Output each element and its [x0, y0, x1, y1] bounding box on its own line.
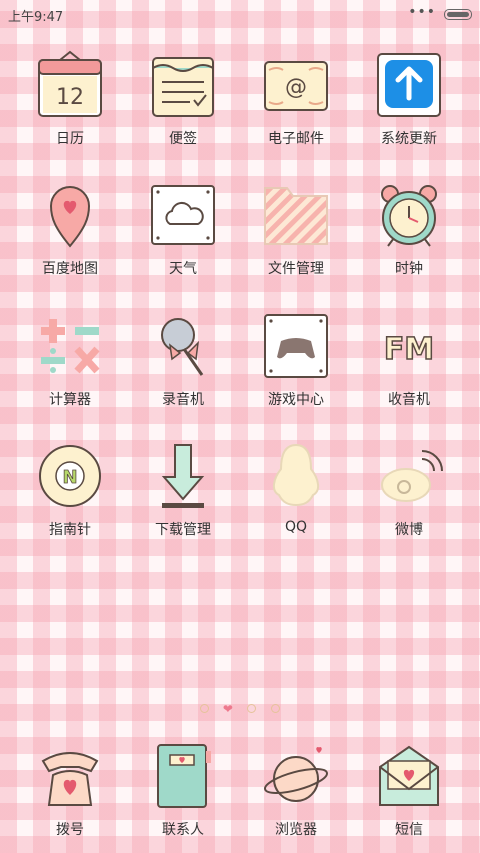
calculator-icon — [41, 319, 100, 374]
app-label: 浏览器 — [275, 822, 317, 838]
app-compass[interactable]: N 指南针 — [20, 441, 120, 539]
contacts-book-icon — [157, 744, 211, 808]
qq-penguin-icon — [273, 443, 319, 507]
app-label: 系统更新 — [381, 131, 437, 147]
app-label: 录音机 — [162, 392, 204, 408]
status-time: 上午9:47 — [8, 10, 64, 25]
app-system-update[interactable]: 系统更新 — [359, 50, 459, 148]
app-label: 日历 — [56, 131, 84, 147]
calendar-date-text: 12 — [56, 85, 84, 110]
app-label: 天气 — [169, 261, 197, 277]
gamepad-icon — [264, 314, 328, 378]
compass-letter: N — [62, 467, 77, 488]
app-label: 便签 — [169, 131, 197, 147]
folder-icon — [264, 187, 328, 245]
download-arrow-icon — [161, 444, 205, 508]
app-clock[interactable]: 时钟 — [359, 180, 459, 278]
app-label: 指南针 — [49, 522, 91, 538]
app-label: 时钟 — [395, 261, 423, 277]
signal-dots-icon: ••• — [408, 4, 436, 20]
envelope-icon — [379, 745, 439, 806]
battery-icon — [444, 9, 472, 20]
update-arrow-icon — [377, 53, 441, 117]
app-file-manager[interactable]: 文件管理 — [246, 180, 346, 278]
app-qq[interactable]: QQ — [246, 441, 346, 535]
planet-browser-icon — [264, 747, 328, 802]
app-download-manager[interactable]: 下载管理 — [133, 441, 233, 539]
app-label: 游戏中心 — [268, 392, 324, 408]
app-label: 百度地图 — [42, 261, 98, 277]
app-calendar[interactable]: 12 日历 — [20, 50, 120, 148]
app-label: 联系人 — [162, 822, 204, 838]
app-weibo[interactable]: 微博 — [359, 441, 459, 539]
app-notes[interactable]: 便签 — [133, 50, 233, 148]
page-dot[interactable] — [271, 704, 281, 713]
app-label: 电子邮件 — [268, 131, 324, 147]
app-calculator[interactable]: 计算器 — [20, 311, 120, 409]
page-indicator: ❤ — [0, 698, 480, 717]
app-label: 文件管理 — [268, 261, 324, 277]
dock-browser[interactable]: 浏览器 — [246, 741, 346, 839]
email-icon: @ — [264, 61, 328, 111]
map-pin-icon — [49, 186, 91, 248]
app-label: 收音机 — [388, 392, 430, 408]
app-label: QQ — [284, 519, 308, 535]
dock-messages[interactable]: 短信 — [359, 741, 459, 839]
app-radio[interactable]: FM 收音机 — [359, 311, 459, 409]
compass-icon: N — [39, 445, 101, 507]
status-bar: 上午9:47 ••• — [0, 0, 480, 28]
app-baidu-map[interactable]: 百度地图 — [20, 180, 120, 278]
app-label: 微博 — [395, 522, 423, 538]
notes-icon — [152, 57, 214, 117]
dock-dialer[interactable]: 拨号 — [20, 741, 120, 839]
app-email[interactable]: @ 电子邮件 — [246, 50, 346, 148]
app-label: 计算器 — [49, 392, 91, 408]
app-label: 拨号 — [56, 822, 84, 838]
dock-contacts[interactable]: 联系人 — [133, 741, 233, 839]
cloud-icon — [151, 185, 215, 245]
page-dot[interactable] — [199, 704, 209, 713]
app-game-center[interactable]: 游戏中心 — [246, 311, 346, 409]
fm-radio-icon: FM — [383, 331, 435, 368]
fm-text: FM — [384, 332, 434, 367]
app-recorder[interactable]: 录音机 — [133, 311, 233, 409]
microphone-icon — [161, 318, 204, 376]
email-at-text: @ — [285, 75, 307, 100]
alarm-clock-icon — [381, 185, 437, 247]
page-dot[interactable] — [247, 704, 257, 713]
app-label: 下载管理 — [155, 522, 211, 538]
weibo-icon — [381, 450, 443, 502]
app-label: 短信 — [395, 822, 423, 838]
page-dot-current-heart-icon[interactable]: ❤ — [223, 702, 233, 716]
calendar-icon: 12 — [38, 50, 102, 117]
app-weather[interactable]: 天气 — [133, 180, 233, 278]
telephone-icon — [41, 752, 99, 806]
